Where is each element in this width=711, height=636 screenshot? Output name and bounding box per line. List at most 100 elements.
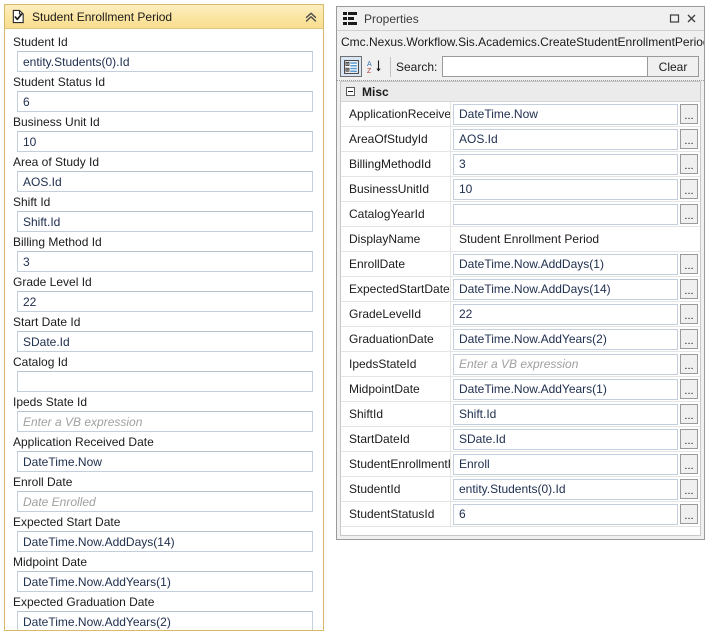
property-name: EnrollDate [341, 252, 451, 276]
activity-field-label: Area of Study Id [13, 155, 100, 169]
property-row[interactable]: AreaOfStudyId AOS.Id... [341, 127, 700, 152]
property-editor-ellipsis-button[interactable]: ... [680, 379, 698, 399]
property-value[interactable]: AOS.Id [453, 128, 678, 150]
property-editor-ellipsis-button[interactable]: ... [680, 129, 698, 149]
property-value[interactable]: DateTime.Now.AddYears(2) [453, 328, 678, 350]
property-value-cell: DateTime.Now.AddYears(1)... [451, 377, 700, 401]
property-row[interactable]: BillingMethodId 3... [341, 152, 700, 177]
property-row[interactable]: MidpointDate DateTime.Now.AddYears(1)... [341, 377, 700, 402]
property-name: StudentStatusId [341, 502, 451, 526]
property-value[interactable]: 22 [453, 303, 678, 325]
activity-field-input[interactable] [17, 371, 313, 392]
activity-field-input[interactable]: DateTime.Now.AddYears(1) [17, 571, 313, 592]
property-row[interactable]: GraduationDate DateTime.Now.AddYears(2)..… [341, 327, 700, 352]
property-value[interactable]: 10 [453, 178, 678, 200]
property-editor-ellipsis-button[interactable]: ... [680, 254, 698, 274]
property-row[interactable]: ApplicationReceive... DateTime.Now... [341, 102, 700, 127]
property-name: BillingMethodId [341, 152, 451, 176]
property-value[interactable]: SDate.Id [453, 428, 678, 450]
property-value[interactable]: DateTime.Now.AddYears(1) [453, 378, 678, 400]
property-editor-ellipsis-button[interactable]: ... [680, 504, 698, 524]
activity-field-input[interactable]: Enter a VB expression [17, 411, 313, 432]
activity-field-input[interactable]: 3 [17, 251, 313, 272]
categorized-view-icon[interactable] [340, 56, 362, 77]
activity-field-input[interactable]: DateTime.Now [17, 451, 313, 472]
activity-field: Ipeds State Id Enter a VB expression [13, 395, 315, 432]
svg-text:Z: Z [367, 68, 372, 74]
property-value-cell: DateTime.Now... [451, 102, 700, 126]
activity-field: Midpoint Date DateTime.Now.AddYears(1) [13, 555, 315, 592]
property-value[interactable]: Shift.Id [453, 403, 678, 425]
property-row[interactable]: ExpectedStartDate DateTime.Now.AddDays(14… [341, 277, 700, 302]
activity-designer-card: Student Enrollment Period Student Id enti… [4, 4, 324, 631]
activity-field-input[interactable]: AOS.Id [17, 171, 313, 192]
property-name: StudentId [341, 477, 451, 501]
property-value[interactable]: Enroll [453, 453, 678, 475]
property-value[interactable]: 3 [453, 153, 678, 175]
property-editor-ellipsis-button[interactable]: ... [680, 454, 698, 474]
activity-field-label: Enroll Date [13, 475, 73, 489]
chevron-double-up-icon[interactable] [303, 9, 319, 25]
property-value[interactable] [453, 203, 678, 225]
activity-field-input[interactable]: Date Enrolled [17, 491, 313, 512]
property-row[interactable]: IpedsStateId Enter a VB expression... [341, 352, 700, 377]
property-editor-ellipsis-button[interactable]: ... [680, 329, 698, 349]
property-row[interactable]: StudentEnrollmentP...Enroll... [341, 452, 700, 477]
property-value[interactable]: DateTime.Now.AddDays(14) [453, 278, 678, 300]
property-row[interactable]: BusinessUnitId 10... [341, 177, 700, 202]
property-editor-ellipsis-button[interactable]: ... [680, 279, 698, 299]
activity-field-input[interactable]: 22 [17, 291, 313, 312]
property-value[interactable]: DateTime.Now [453, 103, 678, 125]
close-icon[interactable] [683, 11, 700, 26]
property-editor-ellipsis-button[interactable]: ... [680, 304, 698, 324]
property-row[interactable]: StudentId entity.Students(0).Id... [341, 477, 700, 502]
maximize-icon[interactable] [666, 11, 683, 26]
clear-button[interactable]: Clear [647, 56, 699, 77]
property-row[interactable]: StudentStatusId 6... [341, 502, 700, 527]
activity-field-input[interactable]: 10 [17, 131, 313, 152]
property-editor-ellipsis-button[interactable]: ... [680, 204, 698, 224]
activity-field-input[interactable]: DateTime.Now.AddYears(2) [17, 611, 313, 630]
collapse-box-icon[interactable] [346, 87, 355, 96]
property-name: GradeLevelId [341, 302, 451, 326]
property-editor-ellipsis-button[interactable]: ... [680, 354, 698, 374]
property-value-cell: AOS.Id... [451, 127, 700, 151]
property-value[interactable]: DateTime.Now.AddDays(1) [453, 253, 678, 275]
activity-field: Student Id entity.Students(0).Id [13, 35, 315, 72]
activity-field-input[interactable]: Shift.Id [17, 211, 313, 232]
search-input[interactable] [442, 56, 648, 77]
property-row[interactable]: StartDateId SDate.Id... [341, 427, 700, 452]
property-name: BusinessUnitId [341, 177, 451, 201]
property-row[interactable]: DisplayNameStudent Enrollment Period... [341, 227, 700, 252]
property-editor-ellipsis-button[interactable]: ... [680, 154, 698, 174]
property-editor-ellipsis-button[interactable]: ... [680, 479, 698, 499]
property-name: CatalogYearId [341, 202, 451, 226]
property-row[interactable]: CatalogYearId... [341, 202, 700, 227]
properties-toolbar: A Z Search: Clear [337, 53, 704, 81]
activity-field-label: Shift Id [13, 195, 51, 209]
property-editor-ellipsis-button[interactable]: ... [680, 404, 698, 424]
property-row[interactable]: GradeLevelId 22... [341, 302, 700, 327]
category-row-misc[interactable]: Misc [341, 82, 700, 102]
property-value[interactable]: entity.Students(0).Id [453, 478, 678, 500]
activity-field-input[interactable]: 6 [17, 91, 313, 112]
properties-title: Properties [364, 11, 419, 26]
activity-field-input[interactable]: SDate.Id [17, 331, 313, 352]
activity-field-label: Ipeds State Id [13, 395, 88, 409]
property-row[interactable]: ShiftId Shift.Id... [341, 402, 700, 427]
activity-fields: Student Id entity.Students(0).Id Student S… [5, 29, 323, 630]
property-value[interactable]: 6 [453, 503, 678, 525]
property-row[interactable]: EnrollDate DateTime.Now.AddDays(1)... [341, 252, 700, 277]
activity-field-input[interactable]: entity.Students(0).Id [17, 51, 313, 72]
activity-field: Enroll Date Date Enrolled [13, 475, 315, 512]
activity-field-label: Expected Graduation Date [13, 595, 155, 609]
activity-field-input[interactable]: DateTime.Now.AddDays(14) [17, 531, 313, 552]
property-value-cell: Enroll... [451, 452, 700, 476]
sort-alphabetical-icon[interactable]: A Z [364, 56, 385, 77]
property-editor-ellipsis-button[interactable]: ... [680, 179, 698, 199]
properties-grid: Misc ApplicationReceive... DateTime.Now..… [340, 81, 701, 536]
activity-field: Area of Study Id AOS.Id [13, 155, 315, 192]
property-editor-ellipsis-button[interactable]: ... [680, 429, 698, 449]
property-value[interactable]: Enter a VB expression [453, 353, 678, 375]
property-editor-ellipsis-button[interactable]: ... [680, 104, 698, 124]
